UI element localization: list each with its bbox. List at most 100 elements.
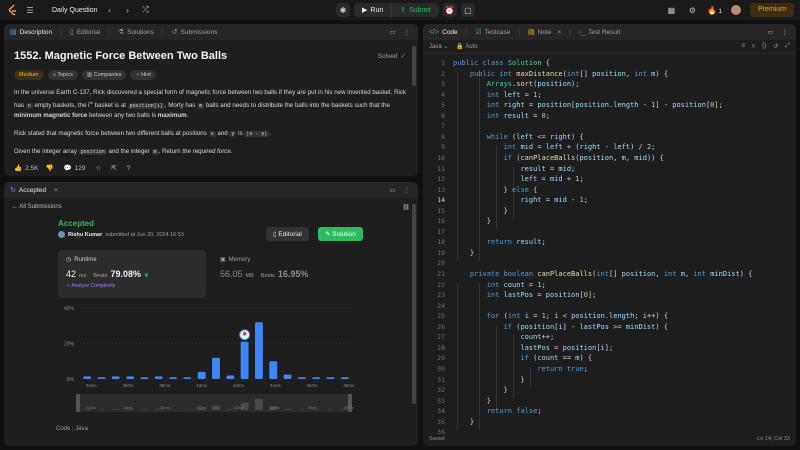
chart-bar[interactable] <box>297 377 306 379</box>
code-line[interactable]: int result = 0; <box>453 112 550 120</box>
chart-bar[interactable] <box>126 376 135 379</box>
premium-button[interactable]: Premium <box>749 3 794 17</box>
maximize-icon[interactable]: ▭ <box>390 29 396 36</box>
code-line[interactable]: } <box>453 207 508 215</box>
chart-bar[interactable] <box>269 361 278 379</box>
code-line[interactable]: } else { <box>453 186 538 194</box>
companies-tag[interactable]: ▥ Companies <box>81 70 127 80</box>
link-icon[interactable]: ⛓ <box>402 204 410 211</box>
more-icon[interactable]: ⋮ <box>404 187 411 194</box>
notes-icon[interactable]: ▢ <box>460 3 475 17</box>
hint-tag[interactable]: ♀ Hint <box>130 70 156 80</box>
code-line[interactable]: } <box>453 376 524 384</box>
tab-editorial[interactable]: ▯ Editorial <box>70 28 100 37</box>
code-line[interactable]: int count = 1; <box>453 281 546 289</box>
chevron-right-icon[interactable]: › <box>122 6 134 15</box>
tab-code[interactable]: </> Code <box>429 29 458 36</box>
close-icon[interactable]: × <box>557 29 561 36</box>
code-line[interactable]: if (position[i] - lastPos >= minDist) { <box>453 323 668 331</box>
submit-button[interactable]: ⇪ Submit <box>391 3 439 17</box>
code-line[interactable]: count++; <box>453 333 554 341</box>
code-line[interactable]: Arrays.sort(position); <box>453 80 580 88</box>
avatar[interactable] <box>58 231 65 238</box>
avatar[interactable] <box>730 5 741 15</box>
maximize-icon[interactable]: ▭ <box>390 187 396 194</box>
code-line[interactable]: public class Solution { <box>453 59 550 67</box>
code-line[interactable]: for (int i = 1; i < position.length; i++… <box>453 312 668 320</box>
code-area[interactable]: 1 public class Solution {2 public int max… <box>423 54 796 436</box>
code-line[interactable]: int lastPos = position[0]; <box>453 291 597 299</box>
streak-fire-icon[interactable]: 🔥1 <box>707 6 722 15</box>
chart-bar[interactable] <box>212 357 220 379</box>
code-line[interactable]: int right = position[position.length - 1… <box>453 101 723 109</box>
code-line[interactable]: } <box>453 386 508 394</box>
user-name[interactable]: Rishu Kumar <box>68 232 102 238</box>
help-icon[interactable]: ? <box>127 165 131 172</box>
alarm-icon[interactable]: ⏰ <box>442 3 457 17</box>
runtime-card[interactable]: ◷ Runtime 42 ms Beats 79.08% ❦ ✧ Analyze … <box>58 250 206 298</box>
more-icon[interactable]: ⋮ <box>404 29 411 36</box>
expand-icon[interactable]: ⤢ <box>785 43 790 50</box>
format-icon[interactable]: ≡ <box>742 43 746 50</box>
tab-description[interactable]: ▤ Description <box>10 28 52 37</box>
code-line[interactable]: int left = 1; <box>453 91 542 99</box>
language-select[interactable]: Java ⌄ <box>429 43 448 50</box>
tab-testcase[interactable]: ☑ Testcase <box>475 28 510 37</box>
code-line[interactable]: private boolean canPlaceBalls(int[] posi… <box>453 270 753 278</box>
debug-icon[interactable]: ✱ <box>336 3 350 17</box>
code-line[interactable]: if (canPlaceBalls(position, m, mid)) { <box>453 154 664 162</box>
code-line[interactable]: } <box>453 418 474 426</box>
chart-bar[interactable] <box>326 377 335 379</box>
gear-icon[interactable]: ⚙ <box>686 6 698 15</box>
code-line[interactable]: return true; <box>453 365 588 373</box>
code-line[interactable]: } <box>453 217 491 225</box>
leetcode-logo-icon[interactable] <box>8 4 18 16</box>
chart-bar[interactable] <box>312 377 321 379</box>
run-button[interactable]: ▶ Run <box>354 3 391 17</box>
scrollbar[interactable] <box>412 46 416 86</box>
chart-bar[interactable] <box>283 374 292 379</box>
range-handle-left[interactable] <box>76 394 80 412</box>
chart-bar[interactable] <box>183 377 192 379</box>
chart-bar[interactable] <box>97 377 106 379</box>
close-icon[interactable]: × <box>54 187 58 194</box>
chart-bar[interactable] <box>154 376 163 379</box>
chart-bar[interactable] <box>197 371 206 379</box>
code-line[interactable]: } <box>453 397 491 405</box>
solution-button[interactable]: ✎ Solution <box>318 227 363 241</box>
code-line[interactable]: return false; <box>453 407 542 415</box>
code-line[interactable]: if (count == m) { <box>453 354 592 362</box>
chart-bar[interactable] <box>111 376 120 379</box>
shuffle-icon[interactable]: ⤮ <box>140 5 152 15</box>
code-line[interactable]: return result; <box>453 238 546 246</box>
like-button[interactable]: 👍 2.5K 👎 <box>14 164 54 173</box>
chart-bar[interactable] <box>140 377 149 379</box>
bookmark-icon[interactable]: ⌑ <box>752 43 755 50</box>
reset-icon[interactable]: ↺ <box>773 43 778 50</box>
more-icon[interactable]: ⋮ <box>782 29 789 36</box>
code-line[interactable]: public int maxDistance(int[] position, i… <box>453 70 668 78</box>
chart-bar[interactable] <box>83 376 92 379</box>
tab-accepted[interactable]: ↻ Accepted <box>10 186 46 195</box>
tab-submissions[interactable]: ↺ Submissions <box>172 28 218 37</box>
chart-bar[interactable] <box>169 377 177 379</box>
code-line[interactable]: int mid = left + (right - left) / 2; <box>453 143 656 151</box>
comments-button[interactable]: 💬 129 <box>64 164 86 173</box>
code-line[interactable]: } <box>453 249 474 257</box>
thumbs-down-icon[interactable]: 👎 <box>45 164 53 172</box>
code-line[interactable]: left = mid + 1; <box>453 175 583 183</box>
code-line[interactable]: lastPos = position[i]; <box>453 344 613 352</box>
code-line[interactable]: while (left <= right) { <box>453 133 584 141</box>
memory-card[interactable]: ▣ Memory 56.05 MB Beats 16.95% <box>212 250 354 298</box>
layout-icon[interactable]: ▦ <box>665 6 677 15</box>
star-icon[interactable]: ☆ <box>96 164 102 172</box>
auto-toggle[interactable]: 🔒 Auto <box>456 43 477 50</box>
chart-bar[interactable] <box>340 377 349 379</box>
all-submissions-link[interactable]: ← All Submissions <box>12 204 62 211</box>
list-icon[interactable]: ☰ <box>24 6 36 15</box>
tab-note[interactable]: ▤ Note × <box>528 28 561 37</box>
chart-bar[interactable] <box>255 322 263 379</box>
daily-question-title[interactable]: Daily Question <box>52 7 98 14</box>
maximize-icon[interactable]: ▭ <box>768 29 774 36</box>
analyze-complexity-link[interactable]: ✧ Analyze Complexity <box>66 283 198 289</box>
